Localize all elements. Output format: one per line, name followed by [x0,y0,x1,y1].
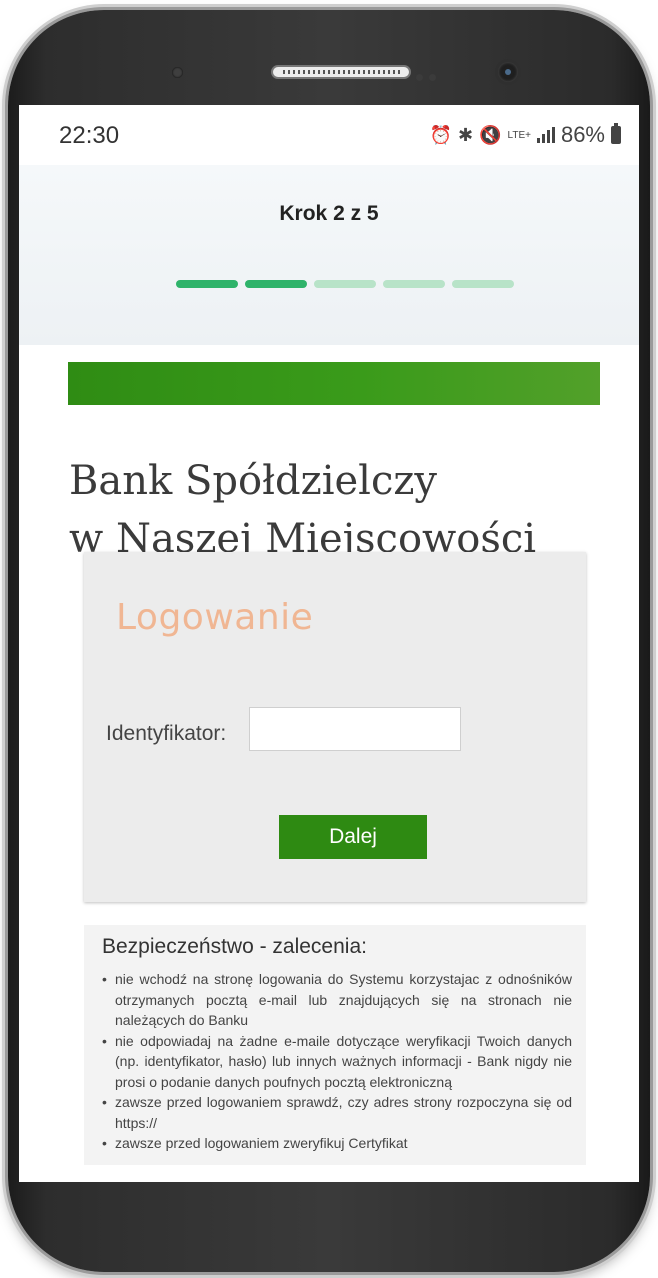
phone-top-bezel [8,10,650,110]
identifier-input[interactable] [249,707,461,751]
bank-header-bar [68,362,600,405]
bank-name-line1: Bank Spółdzielczy [69,458,438,504]
status-time: 22:30 [59,122,120,149]
web-content: Bank Spółdzielczy w Naszej Miejscowości … [19,345,639,1182]
step-title: Krok 2 z 5 [279,202,379,225]
phone-bottom-bezel [8,1182,650,1272]
security-list: nie wchodź na stronę logowania do System… [102,969,572,1154]
security-title: Bezpieczeństwo - zalecenia: [102,935,367,958]
list-item: nie wchodź na stronę logowania do System… [102,969,572,1031]
bank-name: Bank Spółdzielczy w Naszej Miejscowości [69,452,609,568]
stepper-header: Krok 2 z 5 [19,165,639,345]
identifier-label: Identyfikator: [106,722,227,745]
step-progress [176,280,514,288]
battery-icon [611,123,621,144]
progress-segment-2 [245,280,307,288]
progress-segment-1 [176,280,238,288]
alarm-icon: ⏰ [429,124,452,145]
login-panel: Logowanie Identyfikator: Dalej [84,552,586,902]
list-item: zawsze przed logowaniem zweryfikuj Certy… [102,1133,572,1154]
phone-screen: 22:30 ⏰ ✱ 🔇 LTE+ 86% Krok 2 z 5 Bank Spó… [19,105,639,1182]
list-item: nie odpowiadaj na żadne e-maile dotycząc… [102,1031,572,1093]
mute-icon: 🔇 [479,124,502,145]
next-button[interactable]: Dalej [279,815,427,859]
battery-percent: 86% [560,122,605,147]
progress-segment-3 [314,280,376,288]
proximity-sensor-icon [172,67,183,78]
progress-segment-5 [452,280,514,288]
lte-icon: LTE+ [507,129,531,141]
progress-segment-4 [383,280,445,288]
bluetooth-icon: ✱ [458,124,474,145]
status-bar: 22:30 ⏰ ✱ 🔇 LTE+ 86% [19,105,639,165]
front-camera-icon [498,62,518,82]
list-item: zawsze przed logowaniem sprawdź, czy adr… [102,1092,572,1133]
sensor-dots-icon [416,68,446,81]
signal-icon [536,127,555,143]
security-recommendations: Bezpieczeństwo - zalecenia: nie wchodź n… [84,925,586,1165]
earpiece-speaker-icon [271,65,411,79]
phone-frame: 22:30 ⏰ ✱ 🔇 LTE+ 86% Krok 2 z 5 Bank Spó… [8,10,650,1272]
login-title: Logowanie [116,597,314,638]
status-icons: ⏰ ✱ 🔇 LTE+ 86% [430,122,621,148]
